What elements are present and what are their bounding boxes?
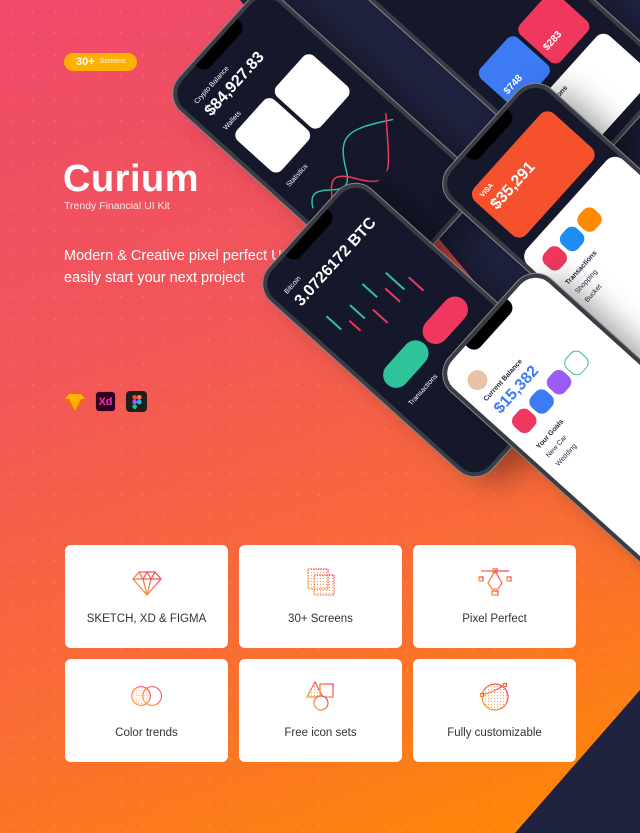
pen-tool-icon — [477, 568, 512, 596]
shapes-icon — [305, 680, 334, 711]
feature-label: Fully customizable — [447, 727, 542, 739]
diamond-icon — [131, 570, 162, 596]
feature-label: SKETCH, XD & FIGMA — [86, 613, 207, 625]
feature-card: SKETCH, XD & FIGMA — [65, 545, 228, 648]
feature-label: Pixel Perfect — [462, 613, 527, 625]
feature-card: 30+ Screens — [239, 545, 402, 648]
feature-label: Free icon sets — [284, 727, 357, 739]
color-circles-icon — [130, 686, 162, 706]
feature-card: Pixel Perfect — [413, 545, 576, 648]
feature-card: Fully customizable — [413, 659, 576, 762]
feature-card: Free icon sets — [239, 659, 402, 762]
avatar — [463, 366, 492, 395]
product-title: Curium — [63, 158, 199, 200]
promo-canvas: 30+ Screens Curium Trendy Financial UI Ki… — [0, 0, 640, 833]
product-subtitle: Trendy Financial UI Kit — [64, 200, 170, 212]
screens-badge: 30+ Screens — [64, 53, 138, 71]
sketch-icon — [64, 391, 85, 412]
figma-icon — [126, 391, 147, 412]
tool-icons: Xd — [64, 391, 147, 412]
xd-icon: Xd — [95, 391, 116, 412]
feature-card: Color trends — [65, 659, 228, 762]
feature-label: 30+ Screens — [288, 613, 353, 625]
screens-icon — [306, 568, 335, 596]
feature-grid: SKETCH, XD & FIGMA 30+ Screens Pixel Per… — [65, 545, 576, 762]
customize-icon — [479, 682, 509, 711]
feature-label: Color trends — [115, 727, 178, 739]
